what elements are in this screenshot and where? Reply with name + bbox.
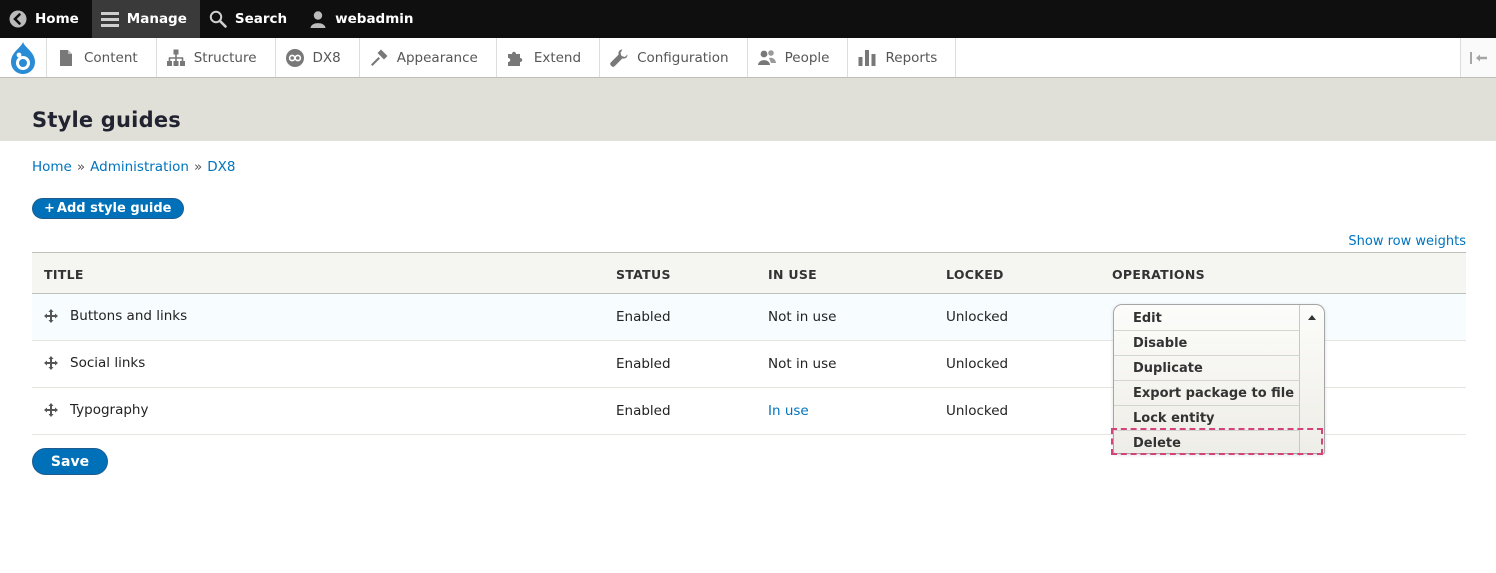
tray-item-label: DX8 — [312, 49, 341, 66]
tray-item-label: Configuration — [637, 49, 729, 66]
document-icon — [60, 49, 72, 66]
operation-edit[interactable]: Edit — [1114, 305, 1300, 331]
row-title: Social links — [70, 355, 146, 371]
tray-item-dx8[interactable]: DX8 — [276, 38, 360, 77]
row-status: Enabled — [616, 309, 671, 325]
row-in-use: Not in use — [768, 309, 837, 325]
operation-export-package[interactable]: Export package to file — [1114, 381, 1300, 406]
row-in-use: Not in use — [768, 356, 837, 372]
tray-item-label: Reports — [885, 49, 938, 66]
toolbar-manage[interactable]: Manage — [91, 0, 200, 38]
tray-item-label: Appearance — [396, 49, 478, 66]
breadcrumb-dx8[interactable]: DX8 — [207, 159, 235, 175]
column-header-in-use: IN USE — [768, 267, 817, 282]
row-locked: Unlocked — [946, 309, 1009, 325]
row-locked: Unlocked — [946, 403, 1009, 419]
tray-item-people[interactable]: People — [748, 38, 849, 77]
tray-item-configuration[interactable]: Configuration — [600, 38, 748, 77]
operation-disable[interactable]: Disable — [1114, 331, 1300, 356]
toolbar-home-label: Home — [35, 11, 79, 27]
table-header: TITLE STATUS IN USE LOCKED OPERATIONS — [32, 253, 1466, 294]
breadcrumb-separator: » — [76, 159, 86, 175]
save-button[interactable]: Save — [32, 448, 108, 475]
tray-orientation-toggle[interactable] — [1460, 38, 1496, 77]
operations-dropbutton: Edit Disable Duplicate Export package to… — [1113, 304, 1325, 456]
operation-lock-entity[interactable]: Lock entity — [1114, 406, 1300, 431]
plus-icon: + — [44, 201, 55, 216]
toolbar-search[interactable]: Search — [200, 0, 300, 38]
puzzle-icon — [507, 51, 523, 66]
operations-list: Edit Disable Duplicate Export package to… — [1114, 305, 1300, 456]
drupal-drop-icon — [11, 41, 35, 74]
column-header-locked: LOCKED — [946, 267, 1004, 282]
people-icon — [757, 49, 776, 65]
tray-item-label: People — [784, 49, 830, 66]
toolbar-home[interactable]: Home — [0, 0, 92, 38]
structure-icon — [166, 49, 185, 66]
admin-tray: Content Structure DX8 Appearance Extend — [0, 38, 1496, 78]
toolbar-bar: Home Manage Search webadmin — [0, 0, 1496, 38]
back-arrow-icon — [9, 10, 27, 28]
paintbrush-icon — [370, 49, 388, 66]
column-header-operations: OPERATIONS — [1112, 267, 1205, 282]
row-title: Buttons and links — [70, 308, 188, 324]
bar-chart-icon — [858, 49, 876, 66]
add-style-guide-label: Add style guide — [56, 201, 172, 216]
hamburger-menu-icon — [100, 12, 119, 27]
toolbar-search-label: Search — [234, 11, 288, 27]
caret-up-icon — [1307, 315, 1316, 320]
column-header-status: STATUS — [616, 267, 671, 282]
drag-handle-icon[interactable] — [44, 356, 58, 370]
tray-item-structure[interactable]: Structure — [157, 38, 276, 77]
tray-item-reports[interactable]: Reports — [848, 38, 957, 77]
user-icon — [310, 11, 326, 28]
breadcrumb-home[interactable]: Home — [32, 159, 72, 175]
breadcrumb-administration[interactable]: Administration — [90, 159, 189, 175]
tray-item-label: Content — [84, 49, 138, 66]
toolbar-user-label: webadmin — [335, 11, 414, 27]
show-row-weights-link[interactable]: Show row weights — [1348, 234, 1466, 249]
tray-item-label: Structure — [193, 49, 257, 66]
page-title: Style guides — [32, 108, 181, 132]
collapse-left-icon — [1469, 51, 1487, 64]
page-header — [0, 78, 1496, 141]
wrench-icon — [610, 49, 628, 67]
row-status: Enabled — [616, 403, 671, 419]
row-title: Typography — [70, 402, 149, 418]
drupal-logo[interactable] — [0, 38, 47, 77]
breadcrumb-separator: » — [193, 159, 203, 175]
tray-item-label: Extend — [533, 49, 582, 66]
search-icon — [209, 10, 227, 28]
dx8-icon — [285, 48, 304, 67]
operation-delete[interactable]: Delete — [1114, 431, 1300, 456]
breadcrumb: Home» Administration» DX8 — [32, 159, 235, 175]
row-status: Enabled — [616, 356, 671, 372]
tray-item-content[interactable]: Content — [47, 38, 157, 77]
tray-item-extend[interactable]: Extend — [497, 38, 601, 77]
dropbutton-toggle[interactable] — [1299, 305, 1324, 330]
column-header-title: TITLE — [44, 267, 84, 282]
drag-handle-icon[interactable] — [44, 403, 58, 417]
tray-item-appearance[interactable]: Appearance — [360, 38, 497, 77]
add-style-guide-button[interactable]: + Add style guide — [32, 198, 185, 219]
drag-handle-icon[interactable] — [44, 309, 58, 323]
toolbar-manage-label: Manage — [126, 11, 187, 27]
row-locked: Unlocked — [946, 356, 1009, 372]
operation-duplicate[interactable]: Duplicate — [1114, 356, 1300, 381]
row-in-use-link[interactable]: In use — [768, 403, 809, 419]
toolbar-user[interactable]: webadmin — [300, 0, 426, 38]
